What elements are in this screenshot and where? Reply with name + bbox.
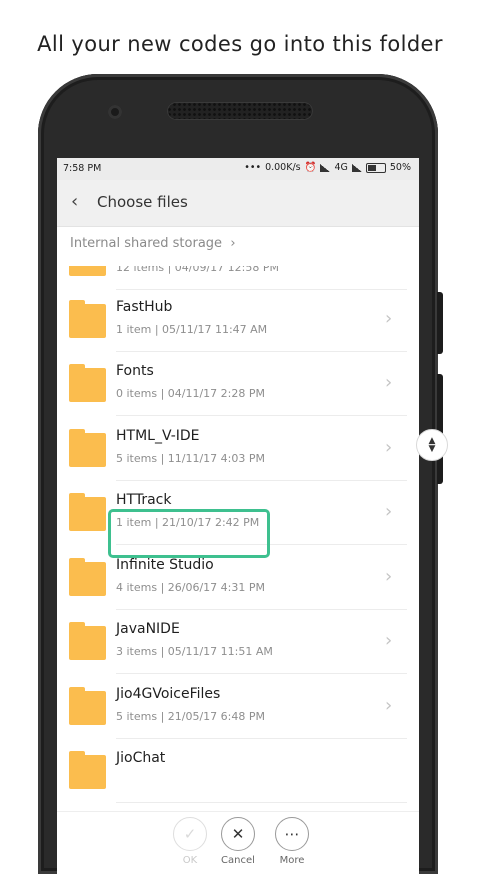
earpiece-speaker bbox=[167, 102, 313, 120]
highlight-box bbox=[108, 509, 270, 558]
more-icon: ⋯ bbox=[275, 817, 309, 851]
chevron-right-icon: › bbox=[385, 566, 393, 587]
close-icon: ✕ bbox=[221, 817, 255, 851]
screen: 7:58 PM ••• 0.00K/s ⏰ 4G 50% ‹ Choose fi… bbox=[57, 158, 419, 874]
signal-icon bbox=[320, 163, 331, 172]
network-speed: 0.00K/s bbox=[265, 162, 301, 173]
folder-icon bbox=[69, 266, 106, 276]
folder-meta: 4 items | 26/06/17 4:31 PM bbox=[116, 581, 265, 594]
more-dots-icon: ••• bbox=[244, 162, 262, 173]
row-divider bbox=[116, 673, 407, 674]
phone-frame: 7:58 PM ••• 0.00K/s ⏰ 4G 50% ‹ Choose fi… bbox=[38, 74, 448, 874]
check-icon: ✓ bbox=[173, 817, 207, 851]
folder-icon bbox=[69, 429, 106, 467]
folder-icon bbox=[69, 300, 106, 338]
battery-level: 50% bbox=[389, 162, 411, 173]
footer-bar: ✓ OK ✕ Cancel ⋯ More bbox=[57, 811, 419, 874]
chevron-right-icon: › bbox=[385, 630, 393, 651]
more-button[interactable]: ⋯ More bbox=[267, 817, 317, 866]
folder-icon bbox=[69, 622, 106, 660]
folder-meta: 3 items | 05/11/17 11:51 AM bbox=[116, 645, 273, 658]
ok-label: OK bbox=[182, 855, 198, 866]
folder-meta: 0 items | 04/11/17 2:28 PM bbox=[116, 387, 265, 400]
folder-icon bbox=[69, 493, 106, 531]
ok-button[interactable]: ✓ OK bbox=[165, 817, 215, 866]
power-button bbox=[437, 374, 443, 484]
folder-icon bbox=[69, 364, 106, 402]
app-bar: ‹ Choose files bbox=[57, 180, 419, 227]
alarm-icon: ⏰ bbox=[304, 162, 317, 173]
cancel-button[interactable]: ✕ Cancel bbox=[213, 817, 263, 866]
chevron-right-icon: › bbox=[385, 437, 393, 458]
folder-row[interactable]: JioChat bbox=[57, 739, 419, 803]
folder-row[interactable]: 12 items | 04/09/17 12:58 PM bbox=[57, 266, 419, 290]
chevron-right-icon: › bbox=[385, 501, 393, 522]
cancel-label: Cancel bbox=[221, 855, 255, 866]
folder-meta: 5 items | 21/05/17 6:48 PM bbox=[116, 710, 265, 723]
chevron-right-icon: › bbox=[385, 308, 393, 329]
folder-name: HTML_V-IDE bbox=[116, 428, 200, 444]
folder-row[interactable]: Jio4GVoiceFiles 5 items | 21/05/17 6:48 P… bbox=[57, 675, 419, 739]
folder-meta: 12 items | 04/09/17 12:58 PM bbox=[116, 266, 279, 274]
folder-name: JavaNIDE bbox=[116, 621, 180, 637]
folder-name: Fonts bbox=[116, 363, 154, 379]
network-type: 4G bbox=[334, 162, 348, 173]
page-title: Choose files bbox=[97, 193, 188, 211]
breadcrumb[interactable]: Internal shared storage › bbox=[70, 236, 236, 251]
row-divider bbox=[116, 802, 407, 803]
row-divider bbox=[116, 415, 407, 416]
signal-icon-2 bbox=[351, 163, 362, 172]
volume-button bbox=[437, 292, 443, 354]
folder-row[interactable]: HTML_V-IDE 5 items | 11/11/17 4:03 PM › bbox=[57, 417, 419, 481]
folder-meta: 1 item | 05/11/17 11:47 AM bbox=[116, 323, 268, 336]
folder-row[interactable]: Fonts 0 items | 04/11/17 2:28 PM › bbox=[57, 352, 419, 416]
chevron-right-icon: › bbox=[385, 695, 393, 716]
fast-scroll-handle[interactable]: ▲ ▼ bbox=[416, 429, 448, 461]
more-label: More bbox=[279, 855, 305, 866]
status-icons: ••• 0.00K/s ⏰ 4G 50% bbox=[244, 162, 411, 173]
folder-name: Jio4GVoiceFiles bbox=[116, 686, 221, 702]
folder-icon bbox=[69, 687, 106, 725]
back-icon[interactable]: ‹ bbox=[71, 191, 78, 212]
folder-meta: 5 items | 11/11/17 4:03 PM bbox=[116, 452, 265, 465]
folder-icon bbox=[69, 751, 106, 789]
status-bar: 7:58 PM ••• 0.00K/s ⏰ 4G 50% bbox=[57, 158, 419, 180]
caption-text: All your new codes go into this folder bbox=[37, 32, 443, 56]
chevron-right-icon: › bbox=[226, 236, 236, 251]
breadcrumb-label: Internal shared storage bbox=[70, 236, 223, 251]
folder-name: HTTrack bbox=[116, 492, 172, 508]
status-time: 7:58 PM bbox=[63, 163, 102, 174]
folder-icon bbox=[69, 558, 106, 596]
chevron-right-icon: › bbox=[385, 372, 393, 393]
front-camera bbox=[108, 105, 122, 119]
folder-name: FastHub bbox=[116, 299, 173, 315]
battery-icon bbox=[365, 162, 386, 173]
folder-row[interactable]: JavaNIDE 3 items | 05/11/17 11:51 AM › bbox=[57, 610, 419, 674]
folder-name: Infinite Studio bbox=[116, 557, 214, 573]
folder-name: JioChat bbox=[116, 750, 166, 766]
folder-row[interactable]: FastHub 1 item | 05/11/17 11:47 AM › bbox=[57, 288, 419, 352]
